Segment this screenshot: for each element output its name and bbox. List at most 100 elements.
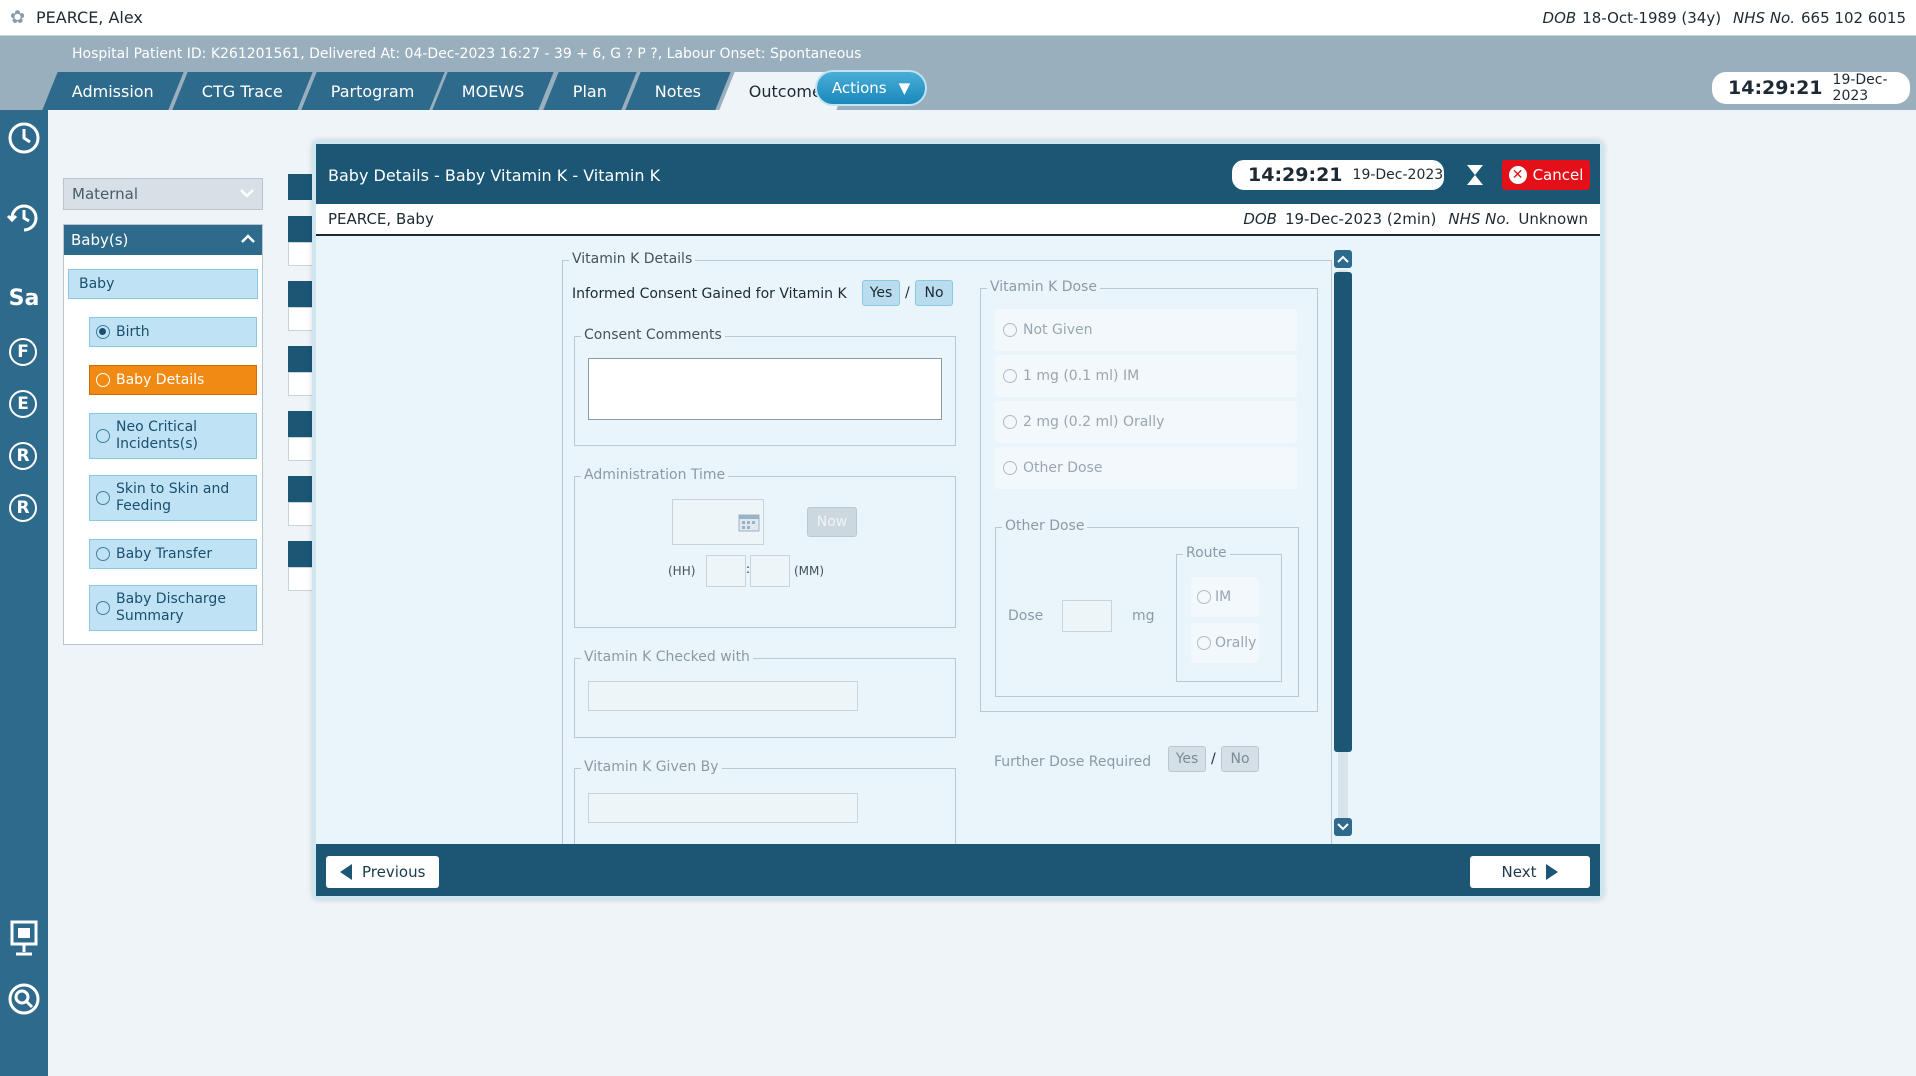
actions-button[interactable]: Actions ▼ [815, 70, 927, 106]
group-legend: Other Dose [1002, 518, 1088, 534]
presentation-icon[interactable] [0, 920, 48, 960]
vitamin-k-dose-group: Vitamin K Dose Not Given 1 mg (0.1 ml) I… [980, 279, 1318, 712]
nav-baby-details[interactable]: Baby Details [89, 365, 257, 395]
rail-r-1[interactable]: R [9, 442, 37, 470]
group-legend: Vitamin K Details [569, 251, 696, 267]
hourglass-icon[interactable] [1466, 164, 1484, 191]
main-tabs: Admission CTG Trace Partogram MOEWS Plan… [42, 68, 852, 110]
next-button[interactable]: Next [1470, 856, 1590, 888]
rail-f[interactable]: F [9, 338, 37, 366]
group-legend: Vitamin K Dose [987, 279, 1100, 295]
clock-time: 14:29:21 [1248, 164, 1343, 186]
further-dose-yes-button[interactable]: Yes [1168, 746, 1206, 772]
previous-label: Previous [362, 863, 426, 881]
tab-partogram[interactable]: Partogram [301, 72, 444, 110]
tab-label: Plan [572, 81, 607, 101]
group-legend: Administration Time [581, 467, 729, 483]
tab-label: CTG Trace [201, 81, 283, 101]
vitamin-k-dialog: Baby Details - Baby Vitamin K - Vitamin … [312, 140, 1604, 900]
consent-comments-textarea[interactable] [588, 358, 942, 420]
dose-not-given-option[interactable]: Not Given [995, 309, 1297, 351]
hour-input[interactable] [706, 555, 746, 587]
rail-sa[interactable]: Sa [0, 286, 48, 311]
baby-identifiers: DOB 19-Dec-2023 (2min) NHS No. Unknown [1243, 210, 1588, 228]
group-legend: Vitamin K Checked with [581, 649, 753, 665]
babys-header[interactable]: Baby(s) [64, 225, 262, 255]
tab-plan[interactable]: Plan [543, 72, 637, 110]
minute-input[interactable] [750, 555, 790, 587]
cancel-button[interactable]: ✕ Cancel [1502, 160, 1590, 190]
rail-e[interactable]: E [9, 390, 37, 418]
scrollbar-thumb[interactable] [1334, 272, 1352, 752]
dialog-clock[interactable]: 14:29:21 19-Dec-2023 [1232, 160, 1444, 190]
group-legend: Vitamin K Given By [581, 759, 722, 775]
tab-label: Admission [72, 81, 154, 101]
nhs-value: Unknown [1518, 210, 1588, 228]
dob-label: DOB [1243, 210, 1277, 228]
dose-1mg-im-option[interactable]: 1 mg (0.1 ml) IM [995, 355, 1297, 397]
route-group: Route IM Orally [1176, 545, 1282, 682]
radio-icon [1003, 415, 1017, 429]
close-icon: ✕ [1508, 166, 1527, 184]
administration-time-group: Administration Time [574, 467, 956, 628]
flower-icon: ✿ [10, 6, 26, 28]
clock-icon[interactable] [0, 120, 48, 160]
app-header: Hospital Patient ID: K261201561, Deliver… [0, 36, 1916, 110]
option-label: 2 mg (0.2 ml) Orally [1023, 414, 1165, 430]
history-icon[interactable] [0, 198, 48, 238]
patient-banner: ✿ PEARCE, Alex DOB 18-Oct-1989 (34y) NHS… [0, 0, 1916, 36]
option-label: Other Dose [1023, 460, 1103, 476]
route-im-option[interactable]: IM [1191, 577, 1259, 617]
consent-no-button[interactable]: No [915, 280, 953, 306]
radio-icon [1003, 461, 1017, 475]
dose-other-option[interactable]: Other Dose [995, 447, 1297, 489]
option-label: IM [1215, 589, 1232, 605]
triangle-down-icon: ▼ [898, 79, 911, 97]
babys-panel: Baby(s) Baby Birth Baby Details Neo Crit… [63, 224, 263, 645]
route-orally-option[interactable]: Orally [1191, 623, 1259, 663]
mm-label: (MM) [794, 564, 825, 578]
scroll-down-icon[interactable] [1334, 818, 1352, 836]
radio-icon [1197, 636, 1211, 650]
calendar-icon[interactable] [738, 512, 760, 536]
maternal-dropdown[interactable]: Maternal [63, 178, 263, 210]
nav-birth[interactable]: Birth [89, 317, 257, 347]
scroll-up-icon[interactable] [1334, 250, 1352, 268]
now-button[interactable]: Now [807, 507, 857, 537]
tab-admission[interactable]: Admission [42, 72, 184, 110]
radio-icon [96, 547, 110, 561]
maternal-label: Maternal [72, 185, 139, 203]
radio-icon [96, 491, 110, 505]
group-legend: Route [1183, 545, 1230, 561]
nav-neo-critical-incidents[interactable]: Neo Critical Incidents(s) [89, 413, 257, 459]
given-by-input[interactable] [588, 793, 858, 823]
tab-ctg-trace[interactable]: CTG Trace [172, 72, 313, 110]
nav-label: Skin to Skin and Feeding [116, 481, 230, 514]
nav-baby-transfer[interactable]: Baby Transfer [89, 539, 257, 569]
further-dose-no-button[interactable]: No [1221, 746, 1259, 772]
tab-notes[interactable]: Notes [625, 72, 731, 110]
rail-r-2[interactable]: R [9, 494, 37, 522]
other-dose-input[interactable] [1062, 600, 1112, 632]
clock-time: 14:29:21 [1728, 77, 1823, 99]
arrow-left-icon [340, 864, 352, 880]
patient-identifiers: DOB 18-Oct-1989 (34y) NHS No. 665 102 60… [1543, 9, 1906, 27]
baby-item[interactable]: Baby [68, 269, 258, 299]
nav-baby-discharge-summary[interactable]: Baby Discharge Summary [89, 585, 257, 631]
nav-skin-to-skin[interactable]: Skin to Skin and Feeding [89, 475, 257, 521]
consent-yes-button[interactable]: Yes [862, 280, 900, 306]
left-nav-panel: Maternal Baby(s) Baby Birth Baby Details… [48, 160, 278, 1076]
dose-2mg-orally-option[interactable]: 2 mg (0.2 ml) Orally [995, 401, 1297, 443]
slash-separator: / [1211, 751, 1216, 767]
arrow-right-icon [1546, 864, 1559, 880]
previous-button[interactable]: Previous [326, 856, 440, 888]
tab-moews[interactable]: MOEWS [432, 72, 555, 110]
chevron-up-icon [241, 232, 255, 248]
search-icon[interactable] [0, 982, 48, 1020]
checked-with-input[interactable] [588, 681, 858, 711]
dialog-title: Baby Details - Baby Vitamin K - Vitamin … [328, 166, 661, 185]
option-label: Not Given [1023, 322, 1093, 338]
option-label: Orally [1215, 635, 1257, 651]
nhs-value: 665 102 6015 [1801, 8, 1906, 27]
consent-label: Informed Consent Gained for Vitamin K [572, 286, 847, 302]
